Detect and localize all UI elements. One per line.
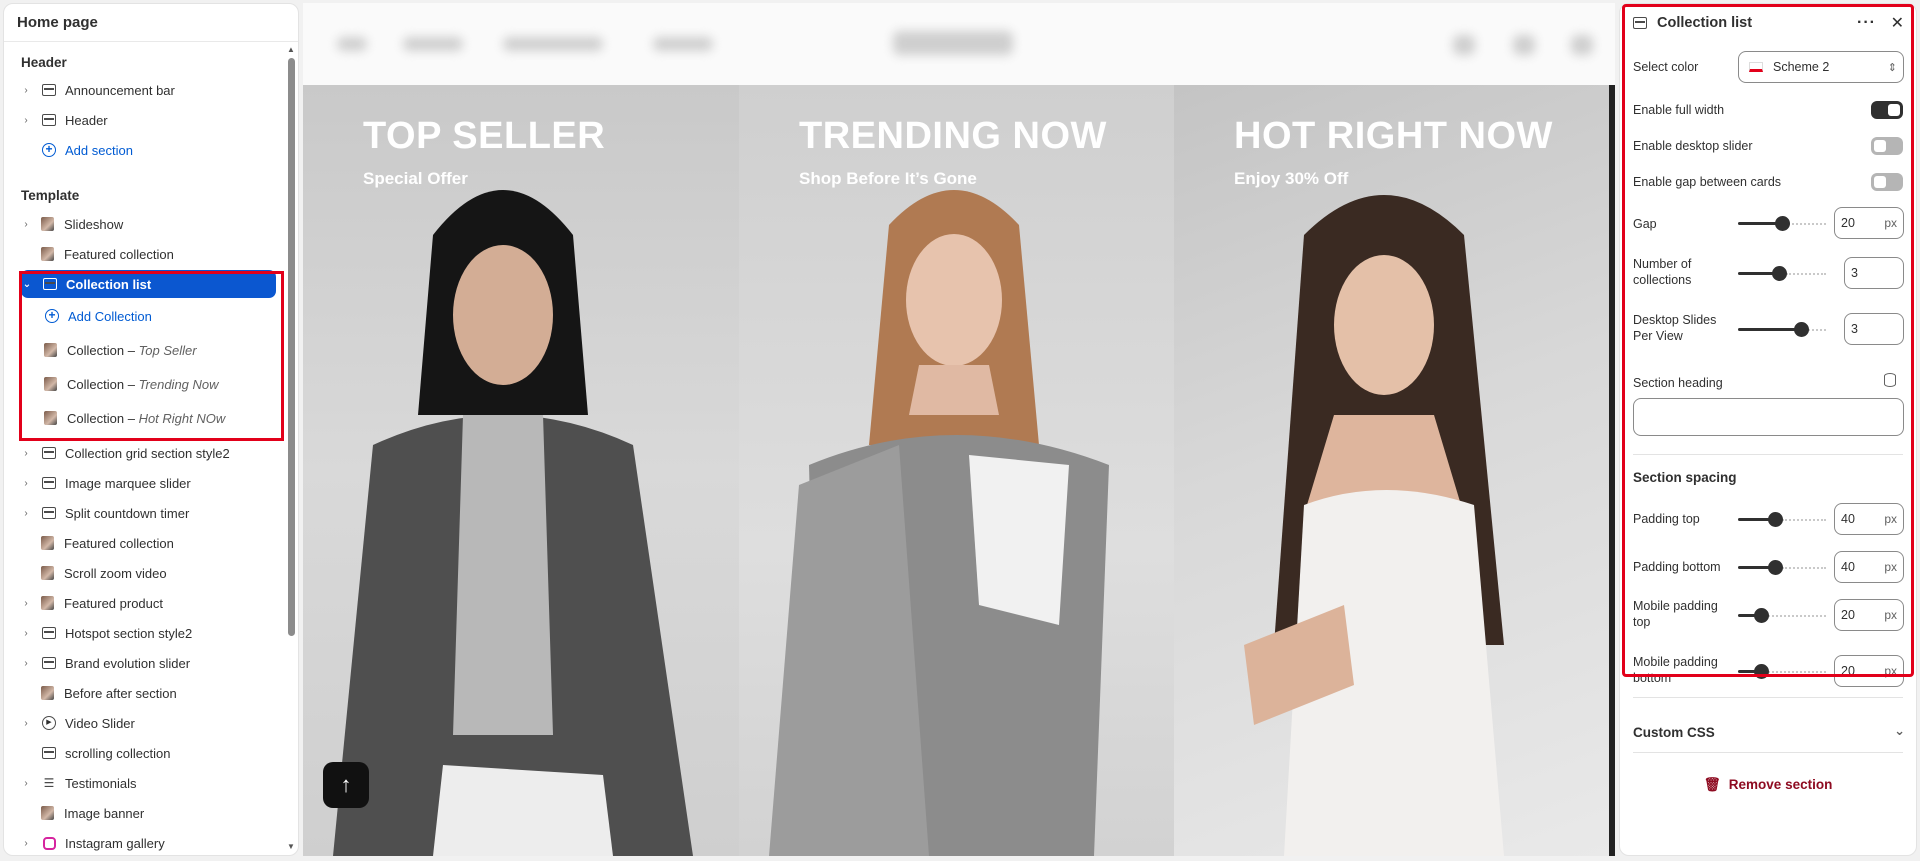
section-tree-panel: Home page ▲ ▼ Header › Announcement bar …: [3, 3, 299, 856]
tree-item-featured-collection-2[interactable]: Featured collection: [20, 530, 282, 556]
chevron-right-icon[interactable]: ›: [20, 778, 32, 789]
tree-item-instagram-gallery[interactable]: › Instagram gallery: [20, 830, 282, 855]
chevron-right-icon[interactable]: ›: [20, 508, 32, 519]
trash-icon: 🗑: [1703, 777, 1721, 792]
tree-item-hotspot[interactable]: › Hotspot section style2: [20, 620, 282, 646]
section-icon: [41, 745, 57, 761]
section-icon: [41, 655, 57, 671]
custom-css-toggle[interactable]: Custom CSS ⌄: [1633, 723, 1905, 740]
image-thumbnail-icon: [41, 536, 54, 550]
tree-item-announcement-bar[interactable]: › Announcement bar: [20, 77, 282, 103]
tree-item-testimonials[interactable]: › ☰ Testimonials: [20, 770, 282, 796]
section-icon: [41, 505, 57, 521]
chevron-right-icon[interactable]: ›: [20, 219, 32, 230]
divider: [1633, 697, 1903, 698]
card-title: TRENDING NOW: [799, 115, 1107, 157]
chevron-right-icon[interactable]: ›: [20, 448, 32, 459]
preview-scrollbar[interactable]: [1609, 85, 1615, 856]
chevron-right-icon[interactable]: ›: [20, 478, 32, 489]
image-thumbnail-icon: [41, 686, 54, 700]
chevron-right-icon[interactable]: ›: [20, 115, 32, 126]
card-subtitle: Special Offer: [363, 169, 468, 188]
chevron-right-icon[interactable]: ›: [20, 598, 32, 609]
model-image: [1244, 195, 1504, 856]
tree-item-featured-collection[interactable]: Featured collection: [20, 241, 282, 267]
tree-item-collection-grid[interactable]: › Collection grid section style2: [20, 440, 282, 466]
image-thumbnail-icon: [41, 806, 54, 820]
tree-item-split-countdown[interactable]: › Split countdown timer: [20, 500, 282, 526]
tree-item-before-after[interactable]: Before after section: [20, 680, 282, 706]
slideshow-icon: [41, 217, 54, 231]
image-thumbnail-icon: [41, 566, 54, 580]
tree-item-header[interactable]: › Header: [20, 107, 282, 133]
add-section-button[interactable]: + Add section: [20, 137, 282, 163]
section-icon: [41, 82, 57, 98]
scroll-to-top-button[interactable]: ↑: [323, 762, 369, 808]
section-icon: [41, 475, 57, 491]
scroll-down-icon[interactable]: ▼: [287, 843, 295, 851]
card-title: TOP SELLER: [363, 115, 606, 157]
tree-item-brand-evolution[interactable]: › Brand evolution slider: [20, 650, 282, 676]
divider: [1633, 752, 1903, 753]
remove-section-button[interactable]: 🗑 Remove section: [1620, 777, 1916, 793]
tree-item-image-banner[interactable]: Image banner: [20, 800, 282, 826]
tree-item-scrolling-collection[interactable]: scrolling collection: [20, 740, 282, 766]
card-subtitle: Enjoy 30% Off: [1234, 169, 1349, 188]
section-icon: [41, 112, 57, 128]
tree-item-video-slider[interactable]: › ▶ Video Slider: [20, 710, 282, 736]
highlight-box: [1622, 4, 1914, 677]
card-subtitle: Shop Before It’s Gone: [799, 169, 977, 188]
page-title: Home page: [4, 4, 298, 42]
card-title: HOT RIGHT NOW: [1234, 115, 1553, 157]
play-circle-icon: ▶: [41, 715, 57, 731]
chevron-right-icon[interactable]: ›: [20, 85, 32, 96]
group-header-label: Header: [21, 55, 67, 70]
image-thumbnail-icon: [41, 247, 54, 261]
tree-item-slideshow[interactable]: › Slideshow: [20, 211, 282, 237]
storefront-preview[interactable]: TOP SELLER Special Offer ↑ TRENDING NOW …: [303, 3, 1615, 856]
tree-item-image-marquee[interactable]: › Image marquee slider: [20, 470, 282, 496]
image-thumbnail-icon: [41, 596, 54, 610]
model-image: [769, 190, 1109, 856]
chevron-right-icon[interactable]: ›: [20, 838, 32, 849]
section-icon: [41, 625, 57, 641]
chevron-right-icon[interactable]: ›: [20, 628, 32, 639]
collection-card-trending-now[interactable]: TRENDING NOW Shop Before It’s Gone: [739, 85, 1174, 856]
scroll-up-icon[interactable]: ▲: [287, 46, 295, 54]
instagram-icon: [41, 835, 57, 851]
chevron-down-icon: ⌄: [1894, 723, 1905, 738]
collection-card-hot-right-now[interactable]: HOT RIGHT NOW Enjoy 30% Off: [1174, 85, 1609, 856]
plus-circle-icon: +: [41, 142, 57, 158]
chevron-right-icon[interactable]: ›: [20, 718, 32, 729]
chevron-right-icon[interactable]: ›: [20, 658, 32, 669]
section-icon: [41, 445, 57, 461]
highlight-box: [19, 271, 284, 441]
arrow-up-icon: ↑: [340, 772, 352, 797]
tree-item-featured-product[interactable]: › Featured product: [20, 590, 282, 616]
list-icon: ☰: [43, 776, 55, 790]
group-template-label: Template: [21, 188, 80, 203]
tree-item-scroll-zoom-video[interactable]: Scroll zoom video: [20, 560, 282, 586]
collection-card-top-seller[interactable]: TOP SELLER Special Offer ↑: [303, 85, 739, 856]
scrollbar-thumb[interactable]: [288, 58, 295, 636]
model-image: [333, 190, 693, 856]
store-header-blurred: [303, 3, 1615, 85]
